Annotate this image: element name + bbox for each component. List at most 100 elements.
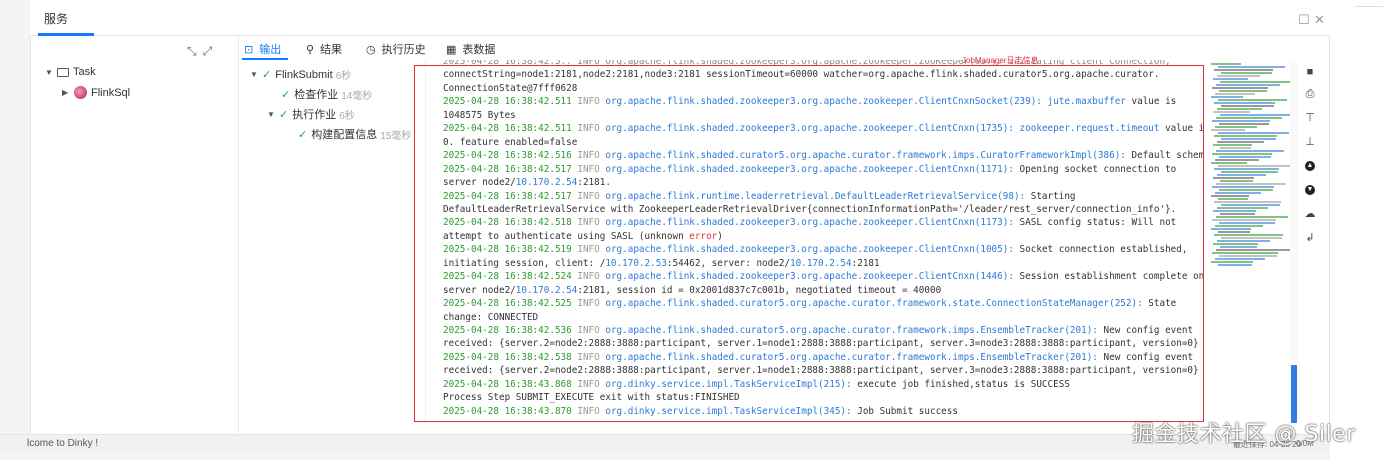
tab-service[interactable]: 服务 [44, 10, 68, 27]
tab-output[interactable]: ⊡ 输出 [244, 41, 281, 57]
scroll-bottom-icon[interactable]: ⊥ [1303, 135, 1317, 148]
step-label: FlinkSubmit [275, 68, 333, 81]
chevron-down-icon[interactable]: ▼ [1305, 185, 1315, 195]
minimap-line [1214, 135, 1277, 137]
step-execute-job[interactable]: ▼ ✓ 执行作业 6秒 [267, 106, 355, 122]
minimap-line [1214, 102, 1275, 104]
minimap-line [1215, 126, 1257, 128]
minimap-line [1217, 240, 1270, 242]
tree-node-task[interactable]: ▼ Task [45, 66, 96, 78]
minimap-line [1220, 147, 1251, 149]
minimap-line [1216, 216, 1288, 218]
watermark: 掘金技术社区 @ Siler [1132, 422, 1356, 447]
minimap-line [1211, 228, 1251, 230]
step-flinksubmit[interactable]: ▼ ✓ FlinkSubmit 6秒 [250, 67, 352, 83]
history-icon: ◷ [366, 43, 376, 56]
minimap-line [1212, 252, 1278, 254]
collapse-expand-tools[interactable]: ⤡⤢ [187, 44, 218, 59]
collapse-icon[interactable]: ⤡ [187, 44, 203, 58]
minimap-line [1214, 201, 1281, 203]
step-label: 执行作业 [292, 109, 337, 121]
minimap-line [1220, 114, 1294, 116]
tab-table-data[interactable]: ▦ 表数据 [446, 41, 495, 57]
right-gutter [1330, 0, 1386, 460]
check-icon: ✓ [262, 69, 272, 81]
minimap-line [1211, 261, 1253, 263]
minimap-line [1219, 123, 1269, 125]
annotation-box [414, 65, 1204, 422]
caret-down-icon[interactable]: ▼ [250, 70, 262, 79]
tab-label: 表数据 [462, 44, 496, 56]
stop-icon[interactable]: ■ [1303, 66, 1317, 78]
minimap-line [1213, 210, 1256, 212]
welcome-text: lcome to Dinky ! [27, 438, 99, 449]
minimap-line [1211, 129, 1245, 131]
result-tab-bar: ⊡ 输出 ⚲ 结果 ◷ 执行历史 ▦ 表数据 [240, 38, 1300, 60]
panel-tab-bar: 服务 ☐ ✕ [30, 0, 1330, 36]
minimap-line [1220, 213, 1255, 215]
flink-squirrel-icon [74, 86, 87, 99]
scrollbar-thumb[interactable] [1291, 365, 1297, 423]
minimap-line [1217, 174, 1266, 176]
search-icon: ⚲ [306, 43, 315, 56]
minimap-line [1221, 204, 1280, 206]
step-duration: 6秒 [335, 71, 352, 82]
minimap-line [1217, 75, 1260, 77]
minimap-line [1218, 231, 1250, 233]
caret-right-icon[interactable]: ▶ [62, 88, 74, 97]
print-icon[interactable]: ⎙ [1303, 88, 1317, 101]
minimap-line [1220, 180, 1253, 182]
corner-divider [1355, 6, 1383, 7]
minimap-line [1218, 132, 1289, 134]
tab-label: 输出 [259, 44, 282, 56]
step-duration: 6秒 [339, 110, 355, 122]
status-bar: lcome to Dinky ! 最近保存: 04-28 20 0/0M [0, 434, 1330, 454]
minimap-line [1220, 81, 1292, 83]
minimap-line [1215, 258, 1265, 260]
minimap-line [1211, 63, 1241, 65]
chevron-up-icon[interactable]: ▲ [1305, 161, 1315, 171]
tab-history[interactable]: ◷ 执行历史 [366, 41, 426, 57]
tree-label: Task [73, 66, 96, 78]
cloud-download-icon[interactable]: ☁ [1303, 207, 1317, 220]
minimap-line [1211, 195, 1249, 197]
maximize-icon[interactable]: ☐ [1298, 12, 1310, 28]
close-icon[interactable]: ✕ [1314, 12, 1325, 28]
minimap-line [1216, 183, 1286, 185]
minimap-line [1216, 117, 1282, 119]
minimap-line [1214, 168, 1279, 170]
minimap-line [1211, 162, 1247, 164]
scroll-top-icon[interactable]: ⊤ [1303, 111, 1317, 124]
tab-result[interactable]: ⚲ 结果 [306, 41, 342, 57]
minimap-line [1213, 177, 1254, 179]
step-duration: 15毫秒 [380, 130, 412, 142]
minimap-line [1219, 222, 1275, 224]
minimap-line [1219, 90, 1267, 92]
step-label: 检查作业 [294, 89, 339, 101]
minimap-line [1217, 207, 1268, 209]
minimap-line [1218, 264, 1252, 266]
step-check-job[interactable]: ✓ 检查作业 14毫秒 [281, 86, 372, 102]
minimap-line [1221, 72, 1272, 74]
terminal-icon: ⊡ [244, 43, 254, 56]
minimap-line [1211, 96, 1243, 98]
editor-minimap[interactable] [1211, 63, 1294, 268]
minimap-line [1218, 198, 1248, 200]
minimap-line [1219, 255, 1277, 257]
expand-icon[interactable]: ⤢ [203, 44, 219, 58]
minimap-line [1218, 165, 1291, 167]
minimap-line [1215, 159, 1259, 161]
caret-down-icon[interactable]: ▼ [45, 68, 57, 77]
minimap-line [1215, 225, 1263, 227]
minimap-line [1219, 156, 1271, 158]
tab-label: 执行历史 [381, 44, 426, 56]
minimap-line [1212, 87, 1268, 89]
tree-node-flinksql[interactable]: ▶ FlinkSql [62, 86, 130, 99]
minimap-line [1219, 189, 1273, 191]
wrap-icon[interactable]: ↲ [1303, 231, 1317, 244]
caret-down-icon[interactable]: ▼ [267, 110, 279, 119]
step-build-config[interactable]: ✓ 构建配置信息 15毫秒 [298, 126, 411, 142]
minimap-line [1213, 78, 1248, 80]
minimap-line [1213, 111, 1250, 113]
minimap-line [1218, 66, 1285, 68]
